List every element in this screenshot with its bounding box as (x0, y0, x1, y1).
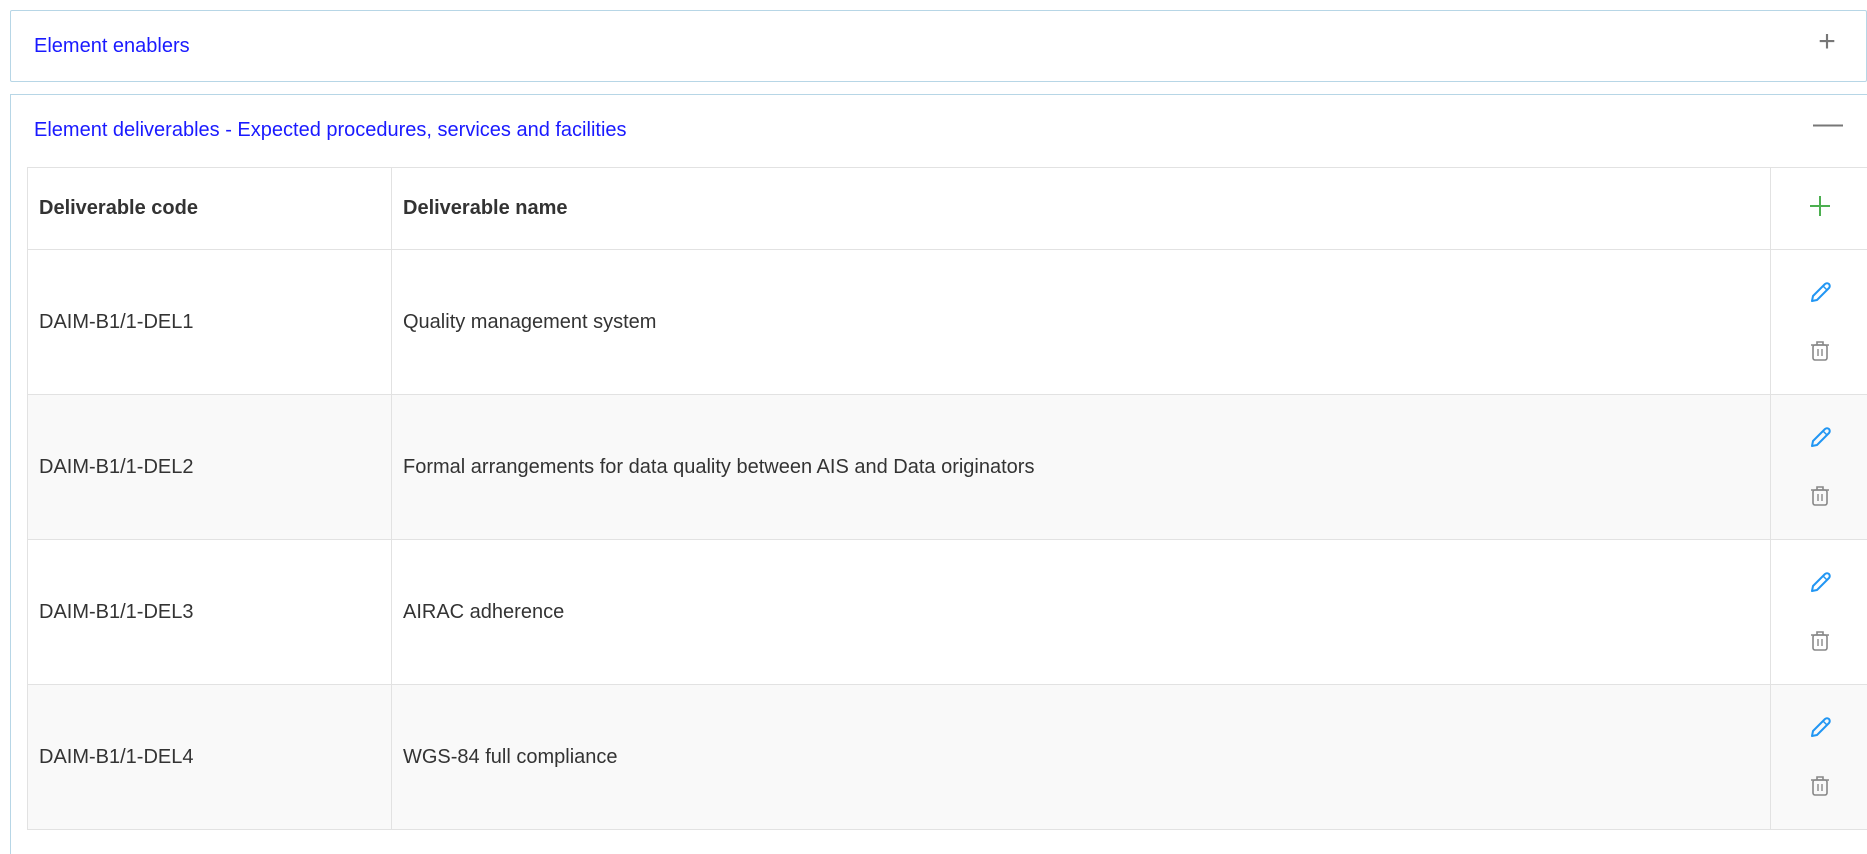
trash-icon[interactable] (1806, 482, 1834, 510)
enablers-panel-header[interactable]: Element enablers + (11, 11, 1866, 81)
trash-icon[interactable] (1806, 772, 1834, 800)
pencil-icon[interactable] (1806, 424, 1834, 452)
deliverable-name-cell: Quality management system (392, 250, 1771, 395)
deliverable-name-cell: WGS-84 full compliance (392, 685, 1771, 830)
column-header-name: Deliverable name (392, 168, 1771, 250)
add-deliverable-button[interactable] (1805, 191, 1835, 221)
deliverable-code-cell: DAIM-B1/1-DEL1 (28, 250, 392, 395)
table-row: DAIM-B1/1-DEL2 Formal arrangements for d… (28, 395, 1867, 540)
pencil-icon[interactable] (1806, 569, 1834, 597)
deliverables-title[interactable]: Element deliverables - Expected procedur… (34, 119, 627, 142)
deliverable-code-cell: DAIM-B1/1-DEL2 (28, 395, 392, 540)
trash-icon[interactable] (1806, 627, 1834, 655)
table-row: DAIM-B1/1-DEL1 Quality management system (28, 250, 1867, 395)
deliverable-name-cell: AIRAC adherence (392, 540, 1771, 685)
pencil-icon[interactable] (1806, 279, 1834, 307)
plus-icon[interactable] (1805, 191, 1835, 221)
row-actions-cell (1771, 540, 1867, 685)
row-actions-cell (1771, 395, 1867, 540)
deliverables-panel-header[interactable]: Element deliverables - Expected procedur… (11, 95, 1867, 165)
table-header-row: Deliverable code Deliverable name (28, 168, 1867, 250)
collapse-icon[interactable]: — (1813, 109, 1843, 139)
expand-icon[interactable]: + (1812, 27, 1842, 57)
column-header-actions (1771, 168, 1867, 250)
table-row: DAIM-B1/1-DEL3 AIRAC adherence (28, 540, 1867, 685)
trash-icon[interactable] (1806, 337, 1834, 365)
deliverable-code-cell: DAIM-B1/1-DEL3 (28, 540, 392, 685)
deliverable-code-cell: DAIM-B1/1-DEL4 (28, 685, 392, 830)
deliverables-panel: Element deliverables - Expected procedur… (10, 94, 1867, 854)
deliverable-name-cell: Formal arrangements for data quality bet… (392, 395, 1771, 540)
enablers-panel: Element enablers + (10, 10, 1867, 82)
pencil-icon[interactable] (1806, 714, 1834, 742)
column-header-code: Deliverable code (28, 168, 392, 250)
table-row: DAIM-B1/1-DEL4 WGS-84 full compliance (28, 685, 1867, 830)
row-actions-cell (1771, 685, 1867, 830)
deliverables-table: Deliverable code Deliverable name DAIM-B… (27, 167, 1867, 830)
enablers-title[interactable]: Element enablers (34, 35, 190, 58)
row-actions-cell (1771, 250, 1867, 395)
